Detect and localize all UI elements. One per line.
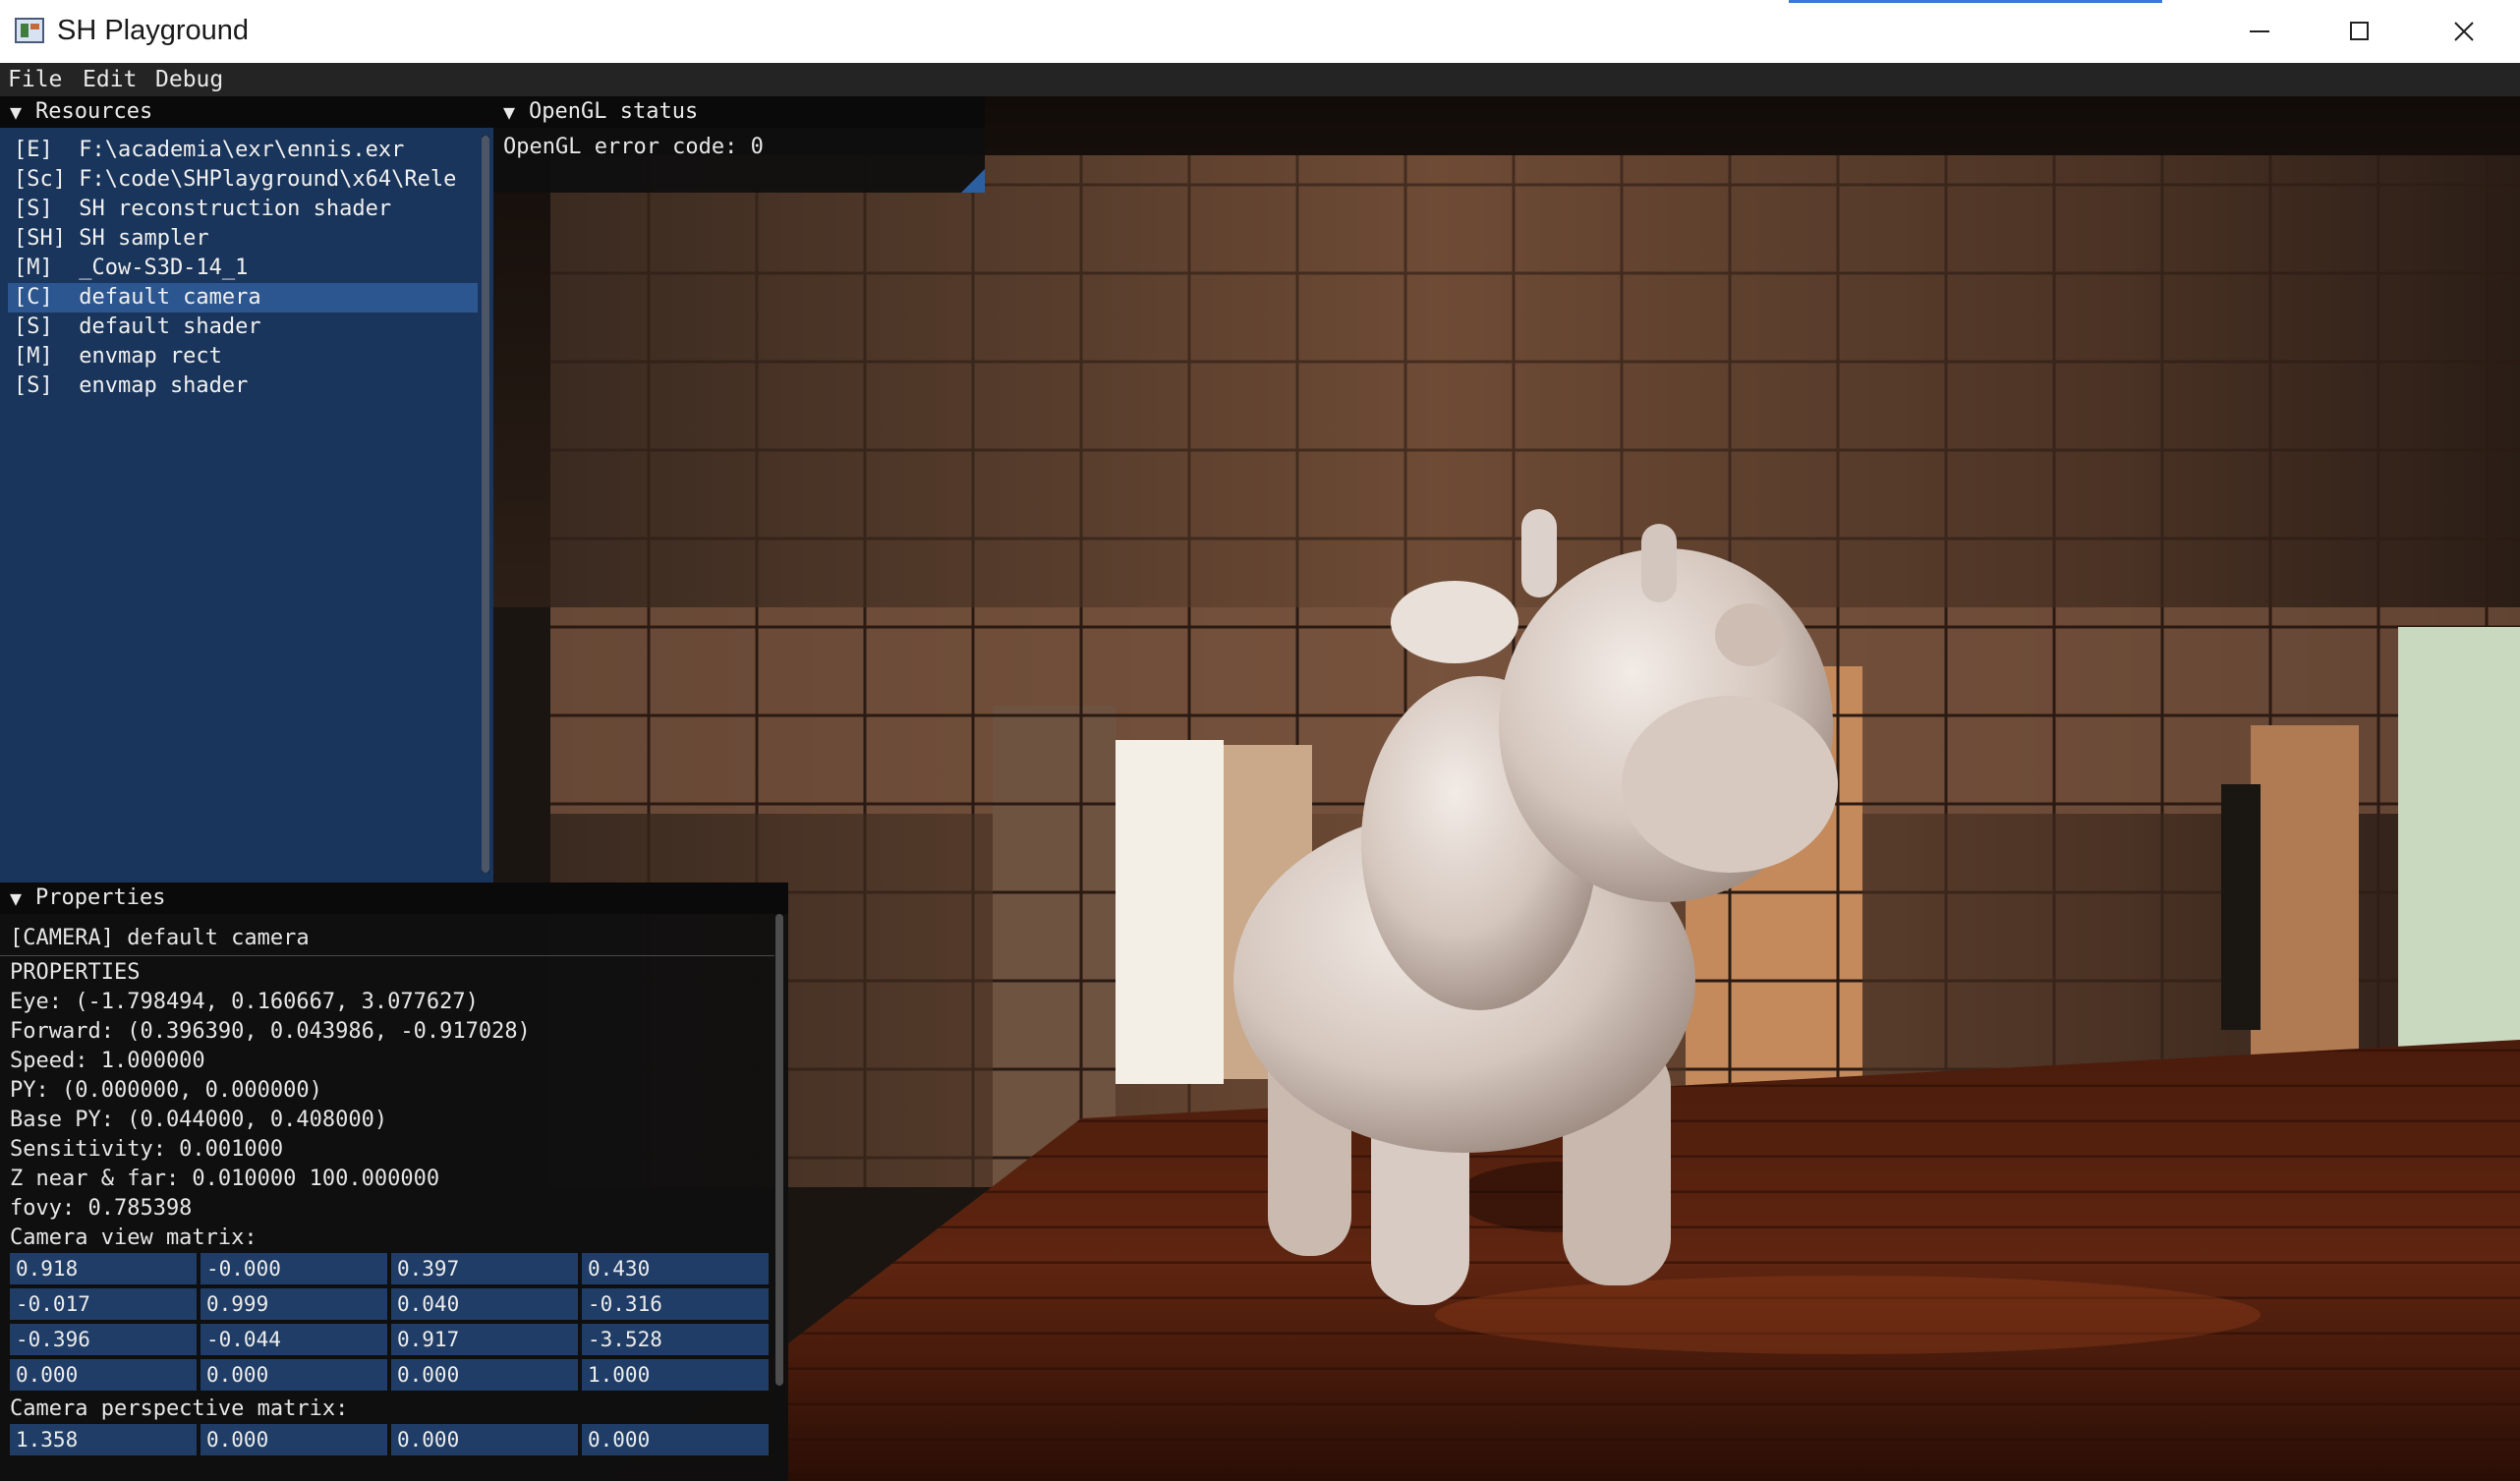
resource-item[interactable]: [Sc] F:\code\SHPlayground\x64\Rele (8, 165, 478, 195)
matrix-cell[interactable]: 0.397 (391, 1253, 578, 1284)
resource-item[interactable]: [S] SH reconstruction shader (8, 195, 478, 224)
resource-item[interactable]: [M] envmap rect (8, 342, 478, 371)
main-menu-bar: File Edit Debug (0, 63, 2520, 96)
matrix-cell[interactable]: -0.017 (10, 1288, 197, 1320)
matrix-cell[interactable]: 1.358 (10, 1424, 197, 1455)
matrix-cell[interactable]: -0.316 (582, 1288, 769, 1320)
close-button[interactable] (2411, 0, 2520, 63)
scrollbar-thumb[interactable] (775, 914, 783, 1386)
matrix-cell[interactable]: 0.000 (391, 1359, 578, 1391)
resource-item[interactable]: [S] envmap shader (8, 371, 478, 401)
properties-body: [CAMERA] default camera PROPERTIES Eye: … (0, 922, 778, 1459)
collapse-arrow-icon[interactable]: ▼ (503, 96, 515, 128)
menu-debug[interactable]: Debug (155, 63, 223, 96)
properties-window[interactable]: ▼ Properties [CAMERA] default camera PRO… (0, 883, 788, 1481)
app-icon (15, 18, 44, 43)
properties-scrollbar[interactable] (774, 914, 784, 1479)
selected-object-header: [CAMERA] default camera (10, 926, 310, 950)
collapse-arrow-icon[interactable]: ▼ (10, 883, 22, 914)
opengl-error-text: OpenGL error code: 0 (503, 135, 764, 159)
resource-item[interactable]: [E] F:\academia\exr\ennis.exr (8, 136, 478, 165)
property-forward: Forward: (0.396390, 0.043986, -0.917028) (10, 1019, 531, 1044)
scrollbar-thumb[interactable] (482, 136, 489, 873)
property-speed: Speed: 1.000000 (10, 1049, 205, 1073)
resize-grip[interactable] (961, 169, 985, 193)
matrix-cell[interactable]: -0.396 (10, 1324, 197, 1355)
matrix-cell[interactable]: -0.044 (200, 1324, 387, 1355)
matrix-cell[interactable]: 1.000 (582, 1359, 769, 1391)
properties-titlebar[interactable]: ▼ Properties (0, 883, 788, 914)
opengl-title: OpenGL status (529, 99, 699, 124)
perspective-matrix-label: Camera perspective matrix: (10, 1396, 349, 1421)
matrix-cell[interactable]: 0.000 (200, 1424, 387, 1455)
matrix-cell[interactable]: 0.999 (200, 1288, 387, 1320)
matrix-cell[interactable]: -0.000 (200, 1253, 387, 1284)
collapse-arrow-icon[interactable]: ▼ (10, 96, 22, 128)
property-eye: Eye: (-1.798494, 0.160667, 3.077627) (10, 990, 479, 1014)
matrix-cell[interactable]: 0.430 (582, 1253, 769, 1284)
resource-item-selected[interactable]: [C] default camera (8, 283, 478, 313)
matrix-cell[interactable]: -3.528 (582, 1324, 769, 1355)
minimize-icon (2250, 30, 2269, 32)
titlebar-accent (1789, 0, 2162, 3)
resource-item[interactable]: [M] _Cow-S3D-14_1 (8, 254, 478, 283)
properties-title: Properties (35, 885, 166, 910)
minimize-button[interactable] (2206, 0, 2309, 63)
matrix-cell[interactable]: 0.917 (391, 1324, 578, 1355)
menu-file[interactable]: File (8, 63, 62, 96)
resources-scrollbar[interactable] (482, 136, 489, 873)
window-title: SH Playground (57, 15, 250, 46)
maximize-button[interactable] (2309, 0, 2411, 63)
opengl-status-window[interactable]: ▼ OpenGL status OpenGL error code: 0 (493, 96, 985, 193)
view-matrix-label: Camera view matrix: (10, 1225, 258, 1250)
resources-title: Resources (35, 99, 153, 124)
property-py: PY: (0.000000, 0.000000) (10, 1078, 322, 1103)
resources-list: [E] F:\academia\exr\ennis.exr [Sc] F:\co… (8, 136, 478, 873)
maximize-icon (2350, 22, 2369, 40)
close-icon (2454, 22, 2474, 41)
menu-edit[interactable]: Edit (83, 63, 137, 96)
property-fovy: fovy: 0.785398 (10, 1196, 193, 1221)
view-matrix-row: -0.396 -0.044 0.917 -3.528 (10, 1324, 769, 1355)
resource-item[interactable]: [S] default shader (8, 313, 478, 342)
resources-titlebar[interactable]: ▼ Resources (0, 96, 493, 128)
matrix-cell[interactable]: 0.000 (391, 1424, 578, 1455)
property-z-near-far: Z near & far: 0.010000 100.000000 (10, 1167, 440, 1191)
resources-window[interactable]: ▼ Resources [E] F:\academia\exr\ennis.ex… (0, 96, 493, 883)
matrix-cell[interactable]: 0.918 (10, 1253, 197, 1284)
property-sensitivity: Sensitivity: 0.001000 (10, 1137, 284, 1162)
matrix-cell[interactable]: 0.000 (582, 1424, 769, 1455)
properties-section-label: PROPERTIES (10, 960, 141, 985)
matrix-cell[interactable]: 0.000 (200, 1359, 387, 1391)
perspective-matrix-row: 1.358 0.000 0.000 0.000 (10, 1424, 769, 1455)
window-titlebar: SH Playground (0, 0, 2520, 64)
view-matrix-row: 0.918 -0.000 0.397 0.430 (10, 1253, 769, 1284)
separator (0, 955, 778, 956)
view-matrix-row: 0.000 0.000 0.000 1.000 (10, 1359, 769, 1391)
view-matrix-row: -0.017 0.999 0.040 -0.316 (10, 1288, 769, 1320)
matrix-cell[interactable]: 0.040 (391, 1288, 578, 1320)
property-base-py: Base PY: (0.044000, 0.408000) (10, 1108, 388, 1132)
resource-item[interactable]: [SH] SH sampler (8, 224, 478, 254)
matrix-cell[interactable]: 0.000 (10, 1359, 197, 1391)
opengl-titlebar[interactable]: ▼ OpenGL status (493, 96, 985, 128)
